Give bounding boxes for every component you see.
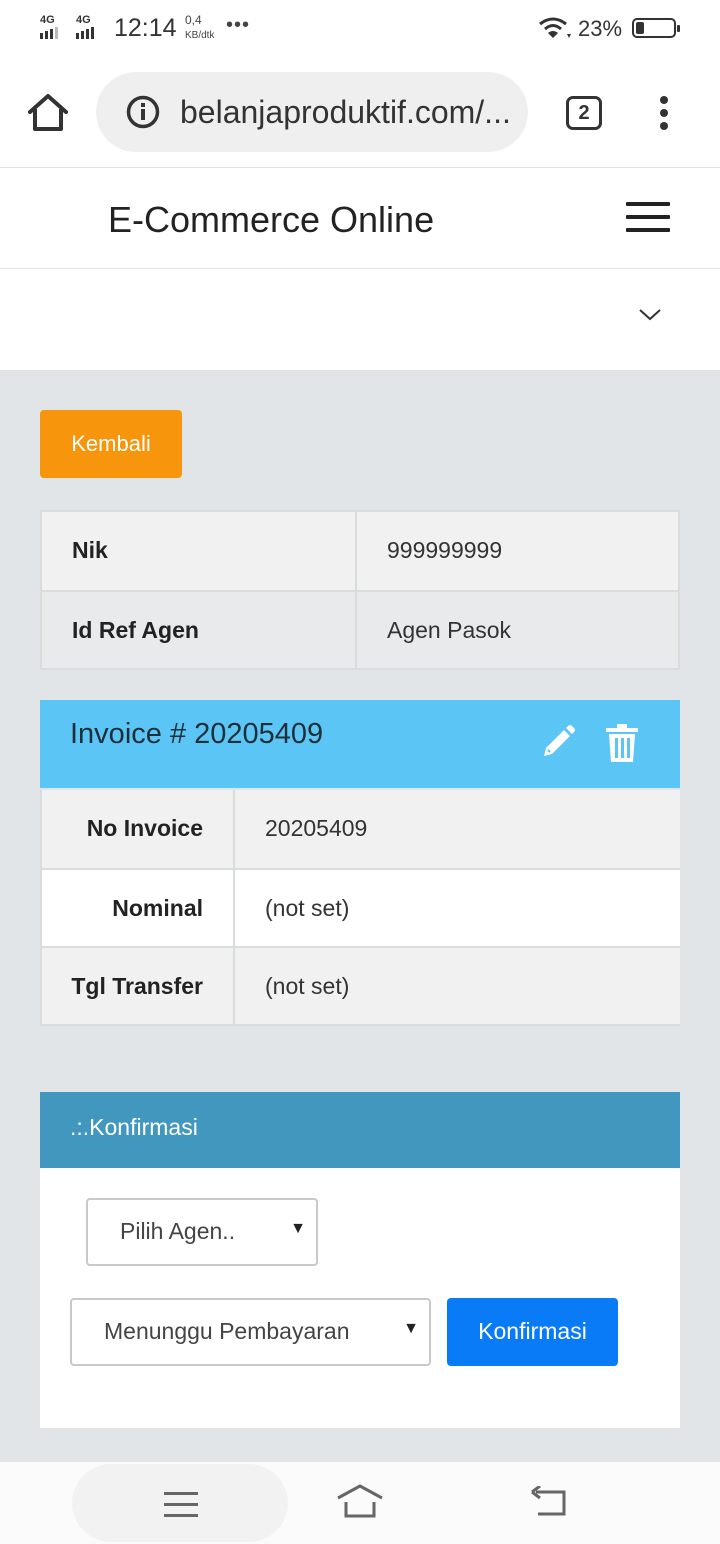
table-label: Tgl Transfer (42, 948, 235, 1024)
site-brand[interactable]: E-Commerce Online (108, 199, 434, 241)
table-label: Nik (42, 512, 357, 590)
table-row: Id Ref Agen Agen Pasok (42, 590, 678, 668)
chevron-down-icon[interactable] (638, 306, 662, 322)
more-notifications-icon: ••• (226, 14, 251, 36)
clock: 12:14 (114, 14, 177, 42)
hamburger-menu-icon[interactable] (626, 202, 670, 234)
dropdown-arrow-icon: ▼ (290, 1220, 306, 1237)
address-bar[interactable]: belanjaproduktif.com/... (96, 72, 528, 152)
tab-switcher-button[interactable]: 2 (566, 96, 602, 130)
table-row: No Invoice 20205409 (42, 790, 680, 868)
table-row: Nik 999999999 (42, 512, 678, 590)
browser-toolbar: belanjaproduktif.com/... 2 (0, 56, 720, 168)
konfirmasi-header: .:.Konfirmasi (40, 1092, 680, 1168)
konfirmasi-panel: Pilih Agen.. ▼ Menunggu Pembayaran ▼ Kon… (40, 1168, 680, 1428)
back-icon[interactable] (530, 1486, 570, 1516)
table-value: Agen Pasok (387, 617, 512, 643)
invoice-title: Invoice # 20205409 (70, 718, 324, 750)
menu-lines-icon (164, 1492, 198, 1525)
home-icon[interactable] (26, 92, 70, 132)
agent-select[interactable]: Pilih Agen.. ▼ (86, 1198, 318, 1266)
status-select-value: Menunggu Pembayaran (104, 1318, 350, 1344)
pencil-icon[interactable] (540, 724, 576, 760)
agent-select-value: Pilih Agen.. (120, 1218, 236, 1244)
speed-value: 0,4 (185, 13, 202, 27)
main-content: Kembali Nik 999999999 Id Ref Agen Agen P… (0, 370, 720, 1461)
battery-icon (632, 18, 680, 38)
profile-table: Nik 999999999 Id Ref Agen Agen Pasok (40, 510, 680, 670)
collapsible-nav (0, 270, 720, 370)
site-header: E-Commerce Online (0, 169, 720, 269)
table-value: (not set) (265, 973, 350, 999)
konfirmasi-button[interactable]: Konfirmasi (447, 1298, 618, 1366)
battery-percent: 23% (578, 16, 623, 41)
table-value: 999999999 (387, 537, 503, 563)
speed-unit: KB/dtk (185, 30, 215, 41)
table-row: Nominal (not set) (42, 868, 680, 946)
url-text[interactable]: belanjaproduktif.com/... (180, 94, 510, 131)
table-label: Id Ref Agen (42, 592, 357, 668)
table-label: No Invoice (42, 790, 235, 868)
signal-1-icon: 4G (40, 14, 58, 39)
network-type-2: 4G (76, 14, 91, 26)
network-speed: 0,4 KB/dtk (185, 12, 214, 44)
table-value: 20205409 (265, 815, 368, 841)
invoice-table: No Invoice 20205409 Nominal (not set) Tg… (40, 790, 680, 1026)
overflow-menu-icon[interactable] (658, 96, 670, 130)
status-bar: 4G 4G 12:14 0,4 KB/dtk ••• 23% (0, 0, 720, 56)
back-button[interactable]: Kembali (40, 410, 182, 478)
trash-icon[interactable] (606, 724, 638, 762)
invoice-header: Invoice # 20205409 (40, 700, 680, 788)
info-icon[interactable] (126, 95, 160, 129)
dropdown-arrow-icon: ▼ (403, 1320, 419, 1337)
table-value: (not set) (265, 895, 350, 921)
konfirmasi-title: .:.Konfirmasi (70, 1114, 198, 1140)
table-label: Nominal (42, 870, 235, 946)
table-row: Tgl Transfer (not set) (42, 946, 680, 1024)
system-nav-bar (0, 1461, 720, 1544)
signal-2-icon: 4G (76, 14, 94, 39)
recent-apps-button[interactable] (72, 1464, 288, 1542)
wifi-icon (539, 17, 571, 38)
network-type-1: 4G (40, 14, 55, 26)
status-select[interactable]: Menunggu Pembayaran ▼ (70, 1298, 431, 1366)
nav-home-icon[interactable] (336, 1484, 384, 1518)
